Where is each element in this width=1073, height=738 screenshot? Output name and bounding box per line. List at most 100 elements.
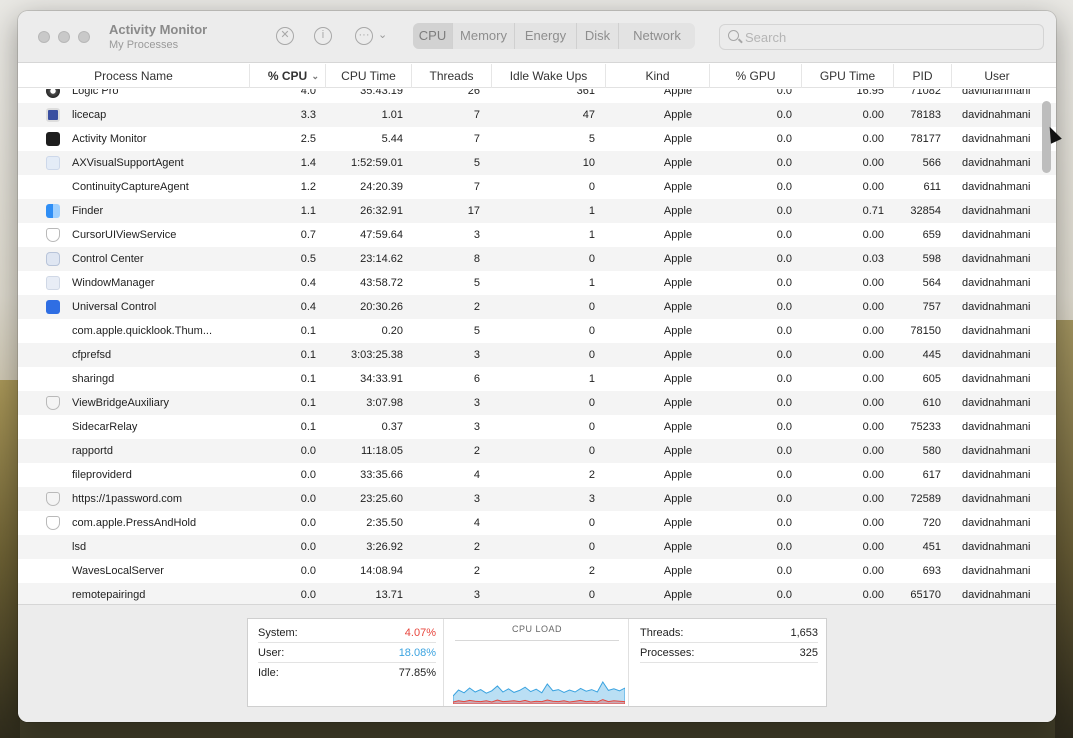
cell-cpu-time: 35:43.19: [360, 89, 403, 97]
cell-idle-wake-ups: 0: [588, 589, 595, 601]
table-row[interactable]: com.apple.PressAndHold 0.0 2:35.50 4 0 Apple 0…: [18, 511, 1056, 535]
desktop-wallpaper-left: [0, 380, 20, 738]
table-row[interactable]: WindowManager 0.4 43:58.72 5 1 Apple 0.0 0.00 56…: [18, 271, 1056, 295]
table-row[interactable]: remotepairingd 0.0 13.71 3 0 Apple 0.0 0.00 6517…: [18, 583, 1056, 604]
table-row[interactable]: SidecarRelay 0.1 0.37 3 0 Apple 0.0 0.00 75233 da…: [18, 415, 1056, 439]
cell-threads: 4: [473, 517, 480, 529]
cell-gpu-time: 0.00: [862, 109, 884, 121]
cell-pid: 605: [922, 373, 941, 385]
close-window-button[interactable]: [38, 31, 50, 43]
cell-pid: 757: [922, 301, 941, 313]
table-row[interactable]: Finder 1.1 26:32.91 17 1 Apple 0.0 0.71 32854 dav…: [18, 199, 1056, 223]
tab-cpu[interactable]: CPU: [413, 23, 453, 49]
universal-control-icon: [46, 300, 60, 314]
column-gpu-percent[interactable]: % GPU: [710, 64, 802, 88]
table-row[interactable]: CursorUIViewService 0.7 47:59.64 3 1 Apple 0.0…: [18, 223, 1056, 247]
table-row[interactable]: https://1password.com 0.0 23:25.60 3 3 Apple 0…: [18, 487, 1056, 511]
cell-idle-wake-ups: 361: [576, 89, 595, 97]
cell-threads: 7: [473, 181, 480, 193]
table-row[interactable]: lsd 0.0 3:26.92 2 0 Apple 0.0 0.00 451 davidnahma…: [18, 535, 1056, 559]
column-threads[interactable]: Threads: [412, 64, 492, 88]
table-row[interactable]: WavesLocalServer 0.0 14:08.94 2 2 Apple 0.0 0.0…: [18, 559, 1056, 583]
more-options-icon[interactable]: ···: [355, 27, 373, 45]
cell-gpu-percent: 0.0: [776, 373, 792, 385]
shield-icon: [46, 516, 60, 530]
table-row[interactable]: Activity Monitor 2.5 5.44 7 5 Apple 0.0 0.00 781…: [18, 127, 1056, 151]
tab-memory[interactable]: Memory: [453, 23, 515, 49]
cell-pid: 78177: [910, 133, 941, 145]
cell-cpu-time: 0.20: [381, 325, 403, 337]
finder-icon: [46, 204, 60, 218]
table-row[interactable]: cfprefsd 0.1 3:03:25.38 3 0 Apple 0.0 0.00 445 da…: [18, 343, 1056, 367]
cell-user: davidnahmani: [962, 493, 1031, 505]
cell-gpu-percent: 0.0: [776, 109, 792, 121]
tab-energy[interactable]: Energy: [515, 23, 577, 49]
cell-cpu-time: 14:08.94: [360, 565, 403, 577]
system-value: 4.07%: [404, 627, 436, 639]
column-user[interactable]: User: [952, 64, 1042, 88]
column-kind[interactable]: Kind: [606, 64, 710, 88]
table-row[interactable]: licecap 3.3 1.01 7 47 Apple 0.0 0.00 78183 davidn…: [18, 103, 1056, 127]
processes-stat: Processes: 325: [640, 643, 818, 663]
cell-gpu-time: 0.00: [862, 469, 884, 481]
zoom-window-button[interactable]: [78, 31, 90, 43]
cell-gpu-percent: 0.0: [776, 565, 792, 577]
column-cpu-percent[interactable]: % CPU ⌄: [250, 64, 326, 88]
cell-cpu-percent: 1.2: [300, 181, 316, 193]
table-row[interactable]: ViewBridgeAuxiliary 0.1 3:07.98 3 0 Apple 0.0 0…: [18, 391, 1056, 415]
column-process-name[interactable]: Process Name: [18, 64, 250, 88]
cell-threads: 5: [473, 325, 480, 337]
summary-panel: System: 4.07% User: 18.08% Idle: 77.85% …: [247, 618, 827, 707]
column-gpu-time[interactable]: GPU Time: [802, 64, 894, 88]
cell-process-name: fileproviderd: [72, 469, 132, 481]
column-pid[interactable]: PID: [894, 64, 952, 88]
table-row[interactable]: sharingd 0.1 34:33.91 6 1 Apple 0.0 0.00 605 davi…: [18, 367, 1056, 391]
cell-process-name: remotepairingd: [72, 589, 146, 601]
process-stats: Threads: 1,653 Processes: 325: [630, 619, 826, 706]
cell-threads: 6: [473, 373, 480, 385]
processes-label: Processes:: [640, 647, 695, 659]
tab-disk[interactable]: Disk: [577, 23, 619, 49]
search-field[interactable]: [719, 24, 1044, 50]
cell-cpu-percent: 0.0: [300, 493, 316, 505]
shield-icon: [46, 396, 60, 410]
user-label: User:: [258, 647, 285, 659]
table-row[interactable]: com.apple.quicklook.Thum... 0.1 0.20 5 0 Appl…: [18, 319, 1056, 343]
cell-pid: 71082: [910, 89, 941, 97]
minimize-window-button[interactable]: [58, 31, 70, 43]
cell-gpu-time: 16.95: [856, 89, 884, 97]
cell-cpu-percent: 0.4: [300, 277, 316, 289]
cell-pid: 720: [922, 517, 941, 529]
tab-network[interactable]: Network: [619, 23, 695, 49]
search-input[interactable]: [745, 28, 1035, 46]
cell-threads: 3: [473, 397, 480, 409]
cell-user: davidnahmani: [962, 157, 1031, 169]
cell-gpu-percent: 0.0: [776, 181, 792, 193]
table-row[interactable]: rapportd 0.0 11:18.05 2 0 Apple 0.0 0.00 580 davi…: [18, 439, 1056, 463]
cell-cpu-percent: 0.0: [300, 541, 316, 553]
column-idle-wake-ups[interactable]: Idle Wake Ups: [492, 64, 606, 88]
cell-idle-wake-ups: 3: [588, 493, 595, 505]
table-row[interactable]: fileproviderd 0.0 33:35.66 4 2 Apple 0.0 0.00 61…: [18, 463, 1056, 487]
cell-process-name: cfprefsd: [72, 349, 112, 361]
window-manager-icon: [46, 276, 60, 290]
cell-cpu-percent: 0.0: [300, 469, 316, 481]
chevron-down-icon[interactable]: ⌄: [378, 28, 387, 41]
cell-cpu-time: 1:52:59.01: [351, 157, 403, 169]
info-icon[interactable]: i: [314, 27, 332, 45]
table-row[interactable]: AXVisualSupportAgent 1.4 1:52:59.01 5 10 Appl…: [18, 151, 1056, 175]
cell-threads: 7: [473, 109, 480, 121]
column-cpu-time[interactable]: CPU Time: [326, 64, 412, 88]
table-row[interactable]: Logic Pro 4.0 35:43.19 26 361 Apple 0.0 16.95 71…: [18, 89, 1056, 103]
stop-process-icon[interactable]: ✕: [276, 27, 294, 45]
table-row[interactable]: ContinuityCaptureAgent 1.2 24:20.39 7 0 Apple…: [18, 175, 1056, 199]
cell-gpu-time: 0.00: [862, 589, 884, 601]
cell-process-name: rapportd: [72, 445, 113, 457]
threads-stat: Threads: 1,653: [640, 623, 818, 643]
licecap-icon: [46, 108, 60, 122]
cell-threads: 8: [473, 253, 480, 265]
table-row[interactable]: Control Center 0.5 23:14.62 8 0 Apple 0.0 0.03 5…: [18, 247, 1056, 271]
cell-process-name: ViewBridgeAuxiliary: [72, 397, 170, 409]
table-row[interactable]: Universal Control 0.4 20:30.26 2 0 Apple 0.0 0.…: [18, 295, 1056, 319]
cell-idle-wake-ups: 5: [588, 133, 595, 145]
